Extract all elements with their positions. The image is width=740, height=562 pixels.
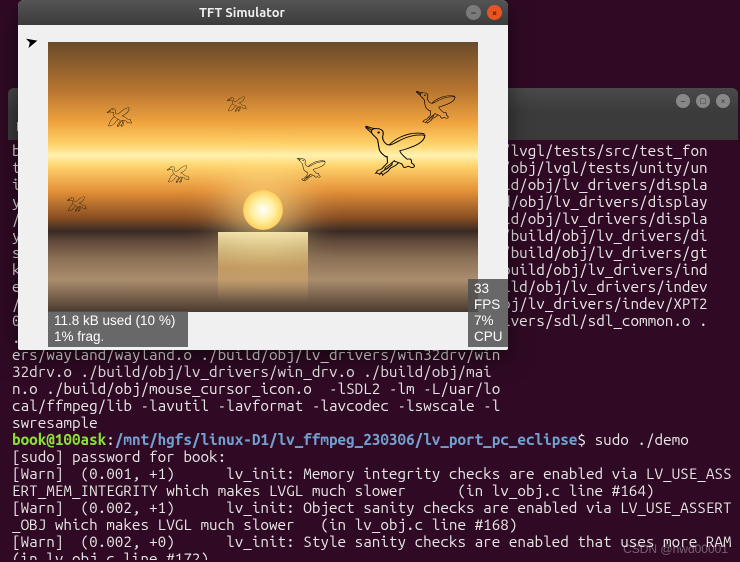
prompt-path: /mnt/hgfs/linux-D1/lv_ffmpeg_230306/lv_p… (115, 431, 578, 448)
fps-text: 33 FPS (474, 281, 508, 313)
maximize-icon[interactable]: □ (696, 94, 710, 108)
minimize-icon[interactable]: – (676, 94, 690, 108)
command-text: sudo ./demo (595, 431, 689, 448)
warn-line-2: [Warn] (0.002, +1) lv_init: Object sanit… (12, 499, 732, 533)
bird-silhouette: 𓅮 (106, 102, 133, 132)
prompt-user: book@100ask (12, 431, 106, 448)
simulator-title: TFT Simulator (24, 6, 460, 20)
close-icon[interactable]: × (716, 94, 730, 108)
simulator-window: TFT Simulator – × 𓅯 𓅯 𓅯 𓅮 𓅮 𓅮 𓅮 11.8 kB … (18, 0, 508, 350)
bird-silhouette: 𓅮 (166, 162, 190, 188)
sudo-prompt: [sudo] password for book: (12, 448, 226, 465)
cpu-text: 7% CPU (474, 313, 508, 345)
watermark: CSDN @hwd00001 (623, 542, 728, 556)
bird-silhouette: 𓅯 (414, 82, 457, 132)
frag-text: 1% frag. (54, 329, 182, 345)
bird-silhouette: 𓅯 (295, 152, 326, 188)
close-icon[interactable]: × (487, 5, 502, 20)
minimize-icon[interactable]: – (466, 5, 481, 20)
bird-silhouette: 𓅮 (226, 92, 247, 116)
bird-silhouette: 𓅮 (66, 192, 87, 216)
simulator-titlebar[interactable]: TFT Simulator – × (18, 0, 508, 25)
perf-overlay: 33 FPS 7% CPU (468, 279, 508, 347)
mem-used-text: 11.8 kB used (10 %) (54, 313, 182, 329)
sunset-sun (243, 190, 283, 230)
sun-reflection (218, 232, 308, 302)
warn-line-1: [Warn] (0.001, +1) lv_init: Memory integ… (12, 465, 732, 499)
simulator-canvas: 𓅯 𓅯 𓅯 𓅮 𓅮 𓅮 𓅮 (48, 42, 478, 312)
memory-overlay: 11.8 kB used (10 %) 1% frag. (48, 311, 188, 347)
